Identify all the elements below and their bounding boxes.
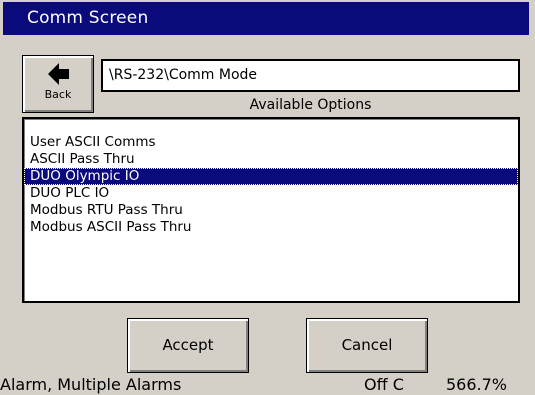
status-value: 566.7% [446, 375, 508, 394]
option-modbus-rtu-pass-thru[interactable]: Modbus RTU Pass Thru [24, 202, 518, 219]
status-bar: Alarm, Multiple Alarms Off C 566.7% [0, 374, 535, 395]
option-user-ascii-comms[interactable]: User ASCII Comms [24, 134, 518, 151]
back-button[interactable]: Back [22, 55, 94, 113]
back-button-label: Back [44, 88, 72, 101]
path-value: \RS-232\Comm Mode [109, 67, 258, 83]
option-ascii-pass-thru[interactable]: ASCII Pass Thru [24, 151, 518, 168]
path-field[interactable]: \RS-232\Comm Mode [101, 59, 520, 92]
option-modbus-ascii-pass-thru[interactable]: Modbus ASCII Pass Thru [24, 219, 518, 236]
status-message: Alarm, Multiple Alarms [0, 375, 182, 394]
option-duo-olympic-io[interactable]: DUO Olympic IO [24, 168, 518, 185]
status-mode: Off C [364, 375, 404, 394]
accept-button[interactable]: Accept [127, 318, 249, 373]
window-title: Comm Screen [27, 8, 149, 28]
options-caption: Available Options [249, 97, 372, 113]
cancel-button[interactable]: Cancel [306, 318, 428, 373]
title-bar: Comm Screen [3, 2, 529, 35]
arrow-left-icon [48, 63, 69, 85]
options-list[interactable]: User ASCII Comms ASCII Pass Thru DUO Oly… [22, 117, 520, 303]
option-duo-plc-io[interactable]: DUO PLC IO [24, 185, 518, 202]
